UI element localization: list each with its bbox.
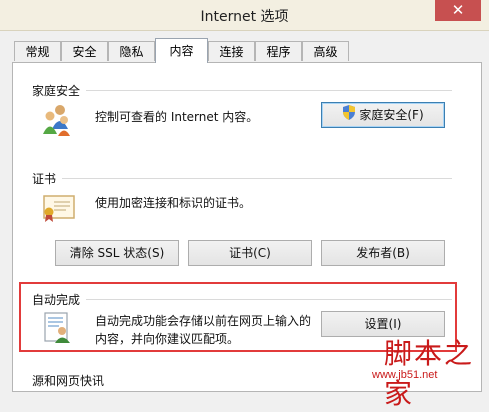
certificates-separator bbox=[62, 178, 452, 179]
feeds-heading: 源和网页快讯 bbox=[32, 374, 105, 388]
autocomplete-description-line2: 内容，并向你建议匹配项。 bbox=[95, 332, 240, 346]
tab-advanced[interactable]: 高级 bbox=[302, 41, 349, 61]
autocomplete-heading: 自动完成 bbox=[32, 293, 81, 307]
family-safety-separator bbox=[86, 90, 452, 91]
family-safety-button[interactable]: 家庭安全(F) bbox=[321, 102, 445, 128]
certificates-description: 使用加密连接和标识的证书。 bbox=[95, 196, 252, 210]
autocomplete-form-icon bbox=[43, 312, 73, 344]
tab-security[interactable]: 安全 bbox=[61, 41, 108, 61]
certificates-button[interactable]: 证书(C) bbox=[188, 240, 312, 266]
certificate-icon bbox=[42, 193, 76, 223]
tab-content[interactable]: 内容 bbox=[155, 38, 208, 63]
tab-privacy[interactable]: 隐私 bbox=[108, 41, 155, 61]
autocomplete-description-line1: 自动完成功能会存储以前在网页上输入的 bbox=[95, 314, 312, 328]
window-title: Internet 选项 bbox=[200, 9, 289, 25]
shield-icon bbox=[342, 104, 356, 128]
family-safety-button-label: 家庭安全(F) bbox=[359, 108, 424, 122]
publishers-button[interactable]: 发布者(B) bbox=[321, 240, 445, 266]
watermark-url: www.jb51.net bbox=[372, 369, 438, 381]
clear-ssl-state-button[interactable]: 清除 SSL 状态(S) bbox=[55, 240, 179, 266]
family-users-icon bbox=[40, 103, 74, 137]
family-safety-heading: 家庭安全 bbox=[32, 84, 81, 98]
tab-programs[interactable]: 程序 bbox=[255, 41, 302, 61]
autocomplete-separator bbox=[86, 299, 452, 300]
tab-general[interactable]: 常规 bbox=[14, 41, 61, 61]
tab-connections[interactable]: 连接 bbox=[208, 41, 255, 61]
family-safety-description: 控制可查看的 Internet 内容。 bbox=[95, 110, 259, 124]
certificates-heading: 证书 bbox=[32, 172, 57, 186]
close-button[interactable]: ✕ bbox=[435, 0, 481, 21]
title-bar: Internet 选项 ✕ bbox=[0, 0, 489, 31]
